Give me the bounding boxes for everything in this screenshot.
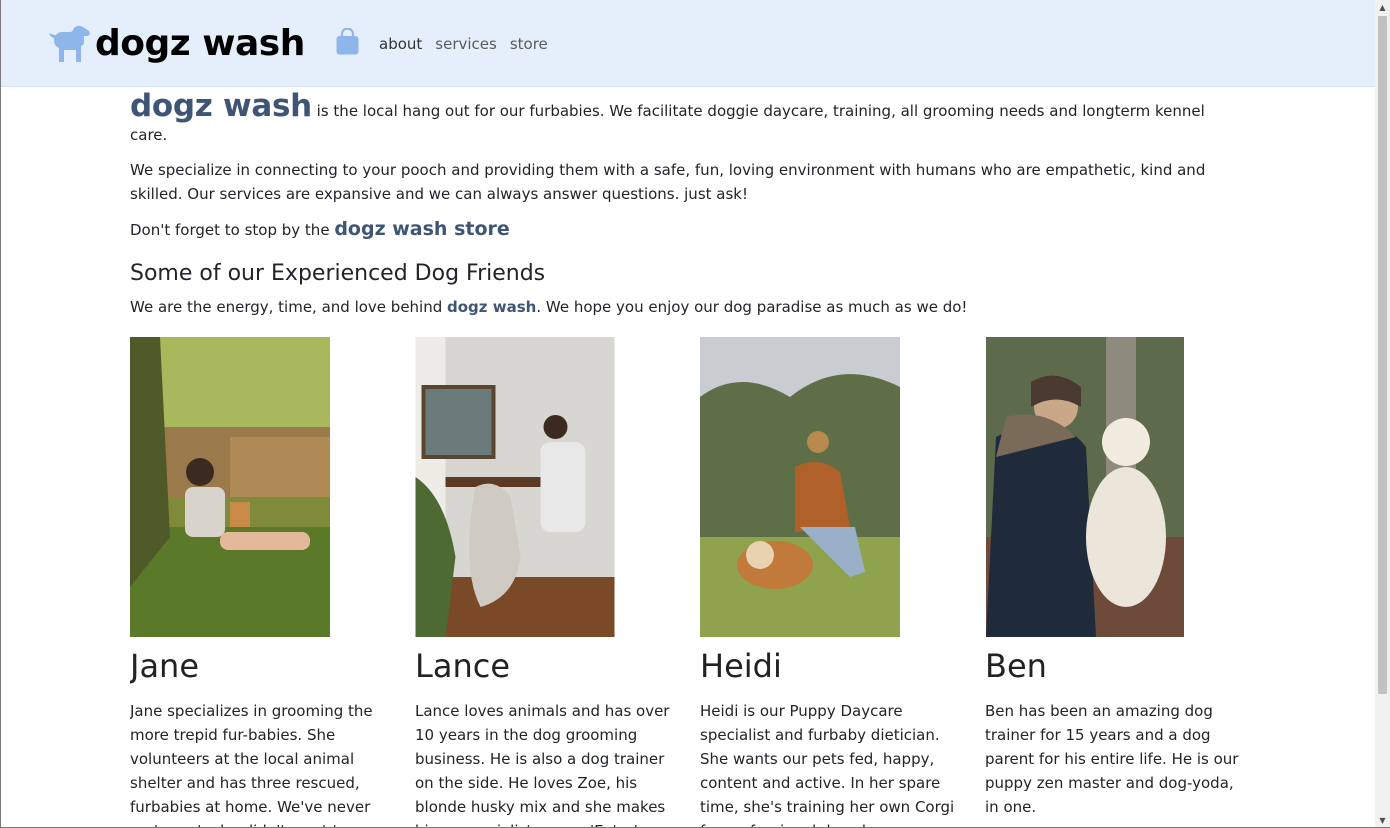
heidi-photo — [700, 337, 900, 637]
specialize-paragraph: We specialize in connecting to your pooc… — [130, 161, 1206, 203]
member-bio: Jane specializes in grooming the more tr… — [130, 702, 373, 827]
scroll-up-arrow-icon[interactable]: ▲ — [1375, 0, 1390, 15]
scrollbar-thumb[interactable] — [1378, 16, 1387, 694]
dog-logo-icon — [45, 24, 91, 64]
navbar: dogz wash about services store — [1, 0, 1375, 87]
team-subtitle: We are the energy, time, and love behind… — [130, 295, 1240, 319]
nav-link-store[interactable]: store — [510, 33, 548, 55]
team-card-lance: Lance Lance loves animals and has over 1… — [415, 337, 680, 827]
team-heading: Some of our Experienced Dog Friends — [130, 261, 546, 286]
team-card-ben: Ben Ben has been an amazing dog trainer … — [985, 337, 1250, 819]
member-name: Lance — [415, 647, 510, 685]
member-name: Heidi — [700, 647, 782, 685]
nav-link-about[interactable]: about — [379, 33, 422, 55]
team-sub-prefix: We are the energy, time, and love behind — [130, 298, 448, 316]
vertical-scrollbar[interactable]: ▲ ▼ — [1375, 0, 1390, 828]
lance-photo — [415, 337, 615, 637]
store-link[interactable]: dogz wash store — [334, 218, 509, 240]
main-content: dogz wash is the local hang out for our … — [130, 86, 1240, 319]
jane-photo — [130, 337, 330, 637]
window-frame-left — [0, 0, 1, 828]
member-name: Jane — [130, 647, 200, 685]
nav-links: about services store — [379, 33, 561, 55]
intro-brand: dogz wash — [130, 88, 312, 124]
member-name: Ben — [985, 647, 1047, 685]
member-bio: Heidi is our Puppy Daycare specialist an… — [700, 702, 955, 827]
team-sub-brand: dogz wash — [447, 298, 537, 316]
store-paragraph: Don't forget to stop by the dogz wash st… — [130, 217, 1240, 242]
shopping-bag-icon[interactable] — [336, 27, 359, 59]
member-bio: Lance loves animals and has over 10 year… — [415, 702, 670, 827]
store-prefix: Don't forget to stop by the — [130, 221, 335, 239]
team-card-jane: Jane Jane specializes in grooming the mo… — [130, 337, 395, 827]
team-cards: Jane Jane specializes in grooming the mo… — [130, 337, 1270, 827]
ben-photo — [986, 337, 1184, 637]
intro-paragraph: dogz wash is the local hang out for our … — [130, 91, 1240, 147]
team-card-heidi: Heidi Heidi is our Puppy Daycare special… — [700, 337, 965, 827]
nav-link-services[interactable]: services — [435, 33, 497, 55]
brand-name[interactable]: dogz wash — [95, 22, 305, 66]
brand-link[interactable]: dogz wash — [45, 22, 305, 66]
scroll-down-arrow-icon[interactable]: ▼ — [1375, 813, 1390, 828]
member-bio: Ben has been an amazing dog trainer for … — [985, 702, 1239, 816]
team-sub-suffix: . We hope you enjoy our dog paradise as … — [536, 298, 968, 316]
